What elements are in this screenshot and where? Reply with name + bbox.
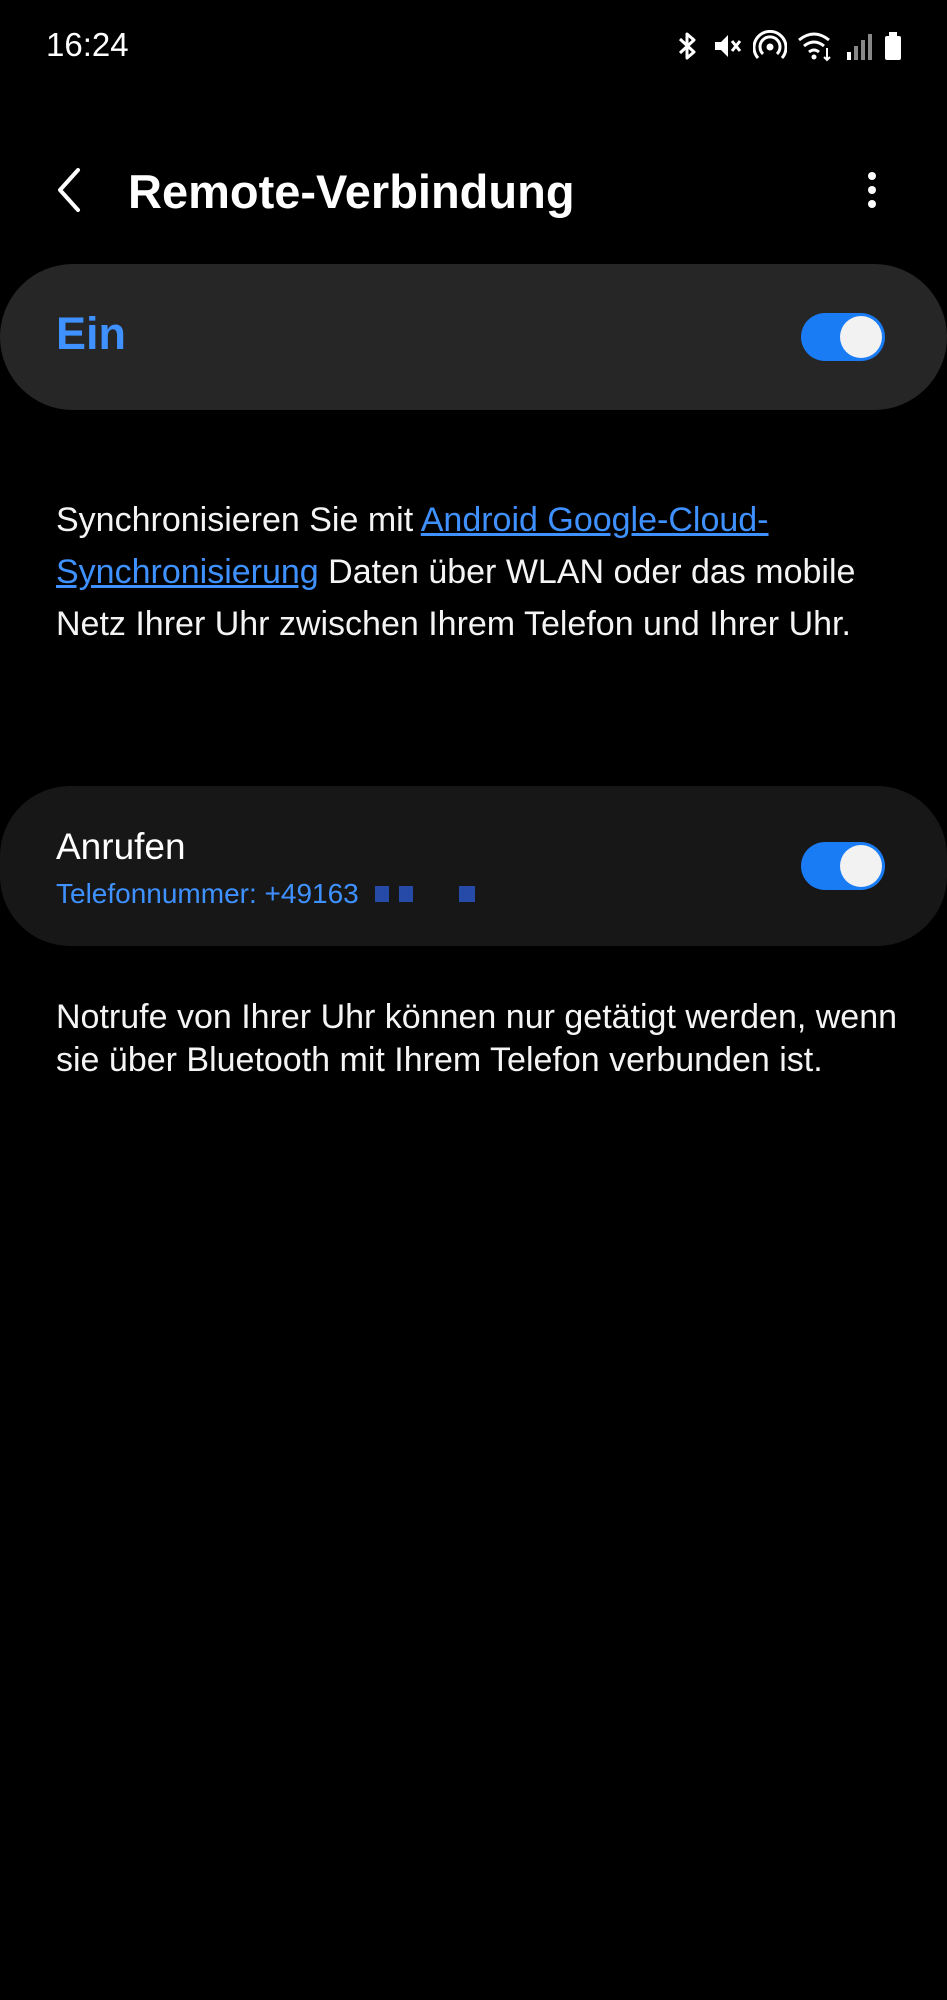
status-icons — [675, 28, 903, 64]
toggle-knob — [840, 316, 882, 358]
calls-subtitle: Telefonnummer: +49163 — [56, 878, 475, 910]
more-vert-icon — [867, 170, 877, 215]
master-switch-row[interactable]: Ein — [0, 264, 947, 410]
redacted-block — [458, 886, 475, 902]
redacted-block — [374, 886, 389, 902]
status-time: 16:24 — [46, 26, 129, 63]
toggle-knob — [840, 845, 882, 887]
description-text: Synchronisieren Sie mit Android Google-C… — [56, 494, 906, 650]
chevron-left-icon — [54, 166, 84, 219]
calls-title: Anrufen — [56, 826, 186, 867]
redacted-block — [398, 886, 413, 902]
master-toggle[interactable] — [801, 313, 885, 361]
mute-icon — [711, 30, 743, 62]
battery-icon — [883, 30, 903, 62]
phone-number: Telefonnummer: +49163 — [56, 878, 359, 909]
signal-icon — [845, 30, 873, 62]
more-options-button[interactable] — [846, 162, 898, 222]
calls-row[interactable]: Anrufen Telefonnummer: +49163 — [0, 786, 947, 946]
back-button[interactable] — [44, 160, 94, 224]
status-bar: 16:24 — [0, 0, 947, 96]
wifi-icon — [797, 30, 835, 62]
hotspot-icon — [753, 30, 787, 62]
bluetooth-icon — [675, 30, 701, 62]
page-title: Remote-Verbindung — [128, 165, 575, 218]
calls-toggle[interactable] — [801, 842, 885, 890]
app-bar: Remote-Verbindung — [0, 150, 947, 234]
emergency-note: Notrufe von Ihrer Uhr können nur getätig… — [56, 998, 898, 1079]
description-text-before: Synchronisieren Sie mit — [56, 501, 421, 539]
master-switch-label: Ein — [56, 308, 127, 359]
